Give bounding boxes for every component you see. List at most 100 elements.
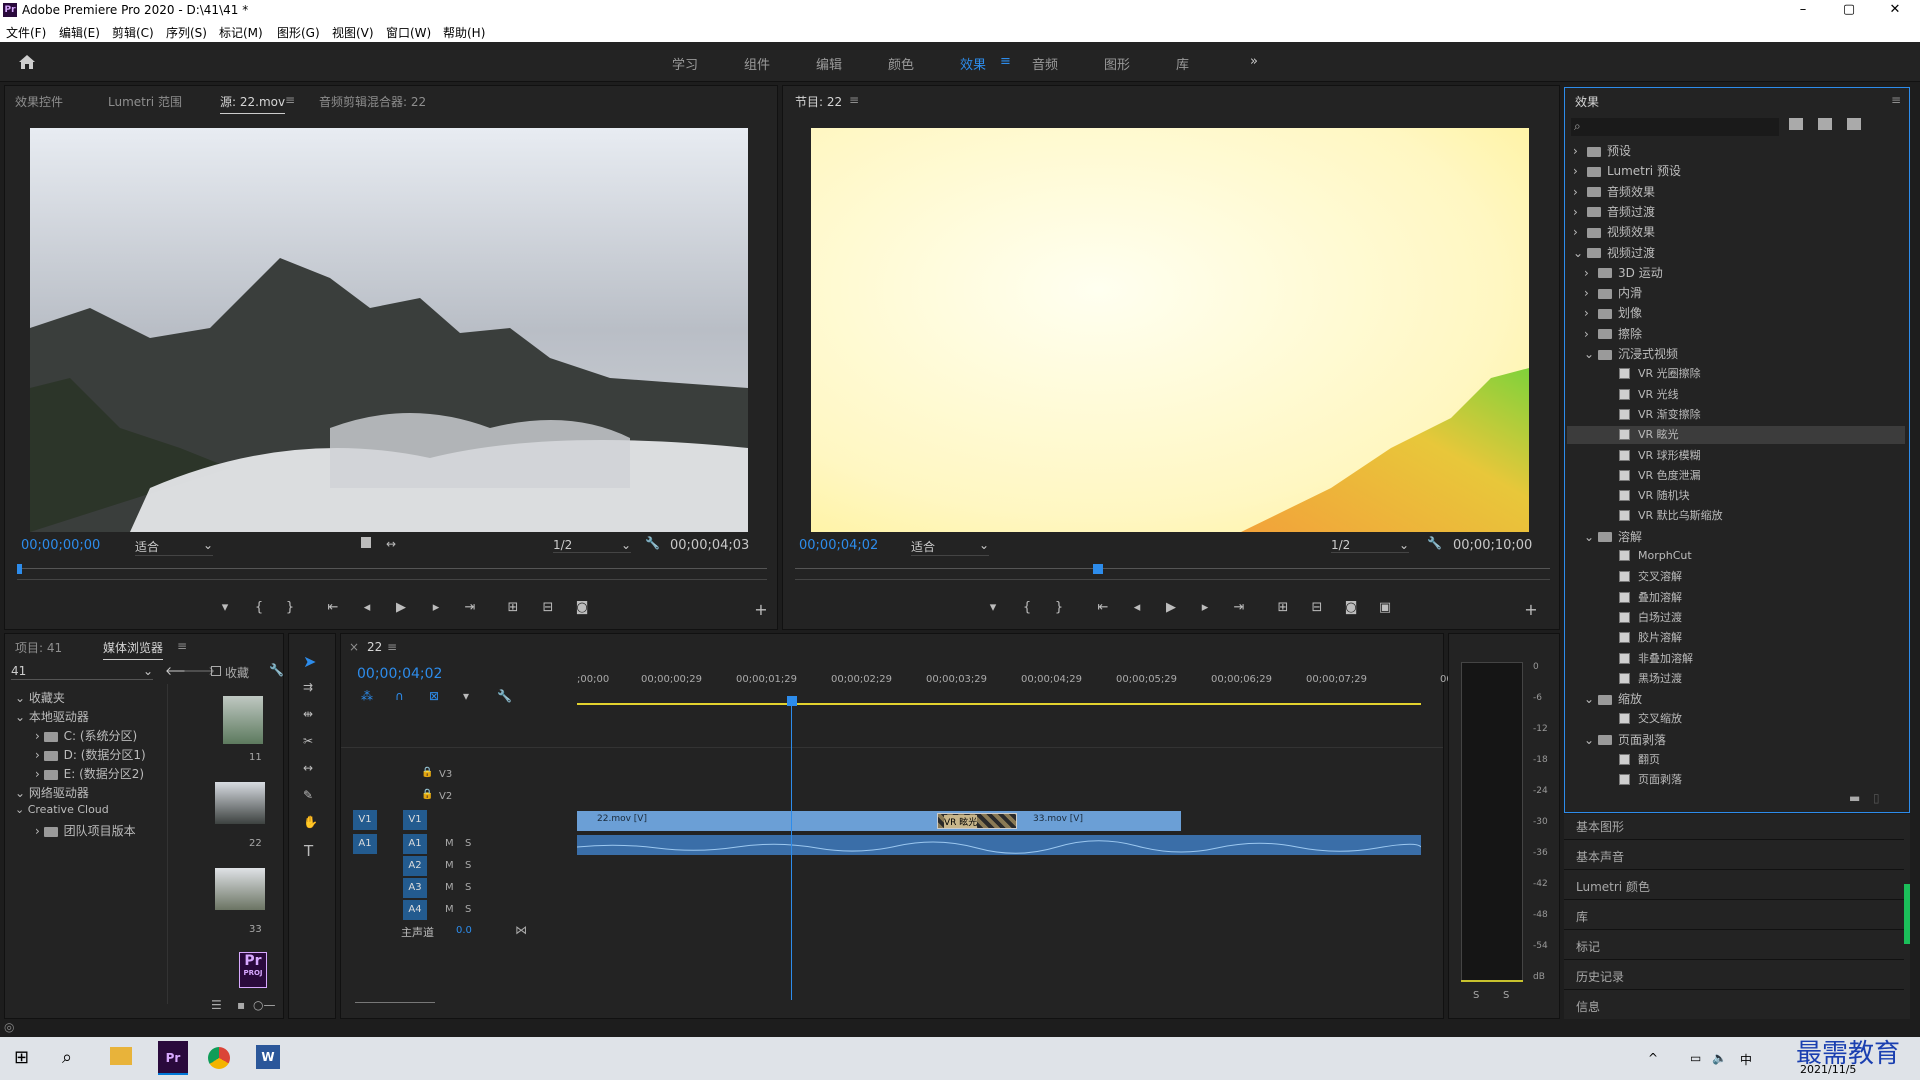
- track-target-v1[interactable]: V1: [403, 810, 427, 830]
- menu-marker[interactable]: 标记(M): [219, 24, 263, 41]
- workspace-assembly[interactable]: 组件: [744, 54, 770, 73]
- timeline-playhead[interactable]: [791, 700, 792, 1000]
- drag-video-icon[interactable]: ↔: [386, 537, 396, 551]
- effect-item[interactable]: 交叉缩放: [1567, 710, 1905, 728]
- tab-sequence-menu-icon[interactable]: ≡: [387, 640, 397, 654]
- timeline-settings-wrench-icon[interactable]: 🔧: [497, 689, 512, 703]
- play-icon[interactable]: ▶: [391, 600, 411, 615]
- effect-item[interactable]: 交叉溶解: [1567, 568, 1905, 586]
- effect-item[interactable]: 白场过渡: [1567, 609, 1905, 627]
- linked-selection-icon[interactable]: ⊠: [429, 689, 439, 703]
- source-playhead[interactable]: [17, 564, 22, 574]
- workspace-learn[interactable]: 学习: [672, 54, 698, 73]
- yuv-effects-icon[interactable]: [1847, 118, 1861, 130]
- source-scrub-bar[interactable]: [17, 568, 767, 569]
- home-icon[interactable]: [18, 54, 36, 70]
- source-patch-a1[interactable]: A1: [353, 834, 377, 854]
- ime-indicator[interactable]: 中: [1740, 1051, 1752, 1068]
- overwrite-icon[interactable]: ⊟: [538, 600, 558, 615]
- master-go-to-end-icon[interactable]: ⋈: [515, 923, 527, 937]
- lift-icon[interactable]: ⊞: [1273, 600, 1293, 615]
- add-marker-icon[interactable]: ▾: [983, 600, 1003, 615]
- effects-folder[interactable]: ⌄ 缩放: [1567, 690, 1905, 708]
- delete-trash-icon[interactable]: ▯: [1873, 791, 1880, 805]
- network-icon[interactable]: ▭: [1690, 1051, 1701, 1065]
- panel-history[interactable]: 历史记录: [1576, 968, 1624, 985]
- snap-magnet-icon[interactable]: ∩: [395, 689, 404, 703]
- panel-libraries[interactable]: 库: [1576, 908, 1588, 925]
- panel-info[interactable]: 信息: [1576, 998, 1600, 1015]
- tree-favorites[interactable]: ⌄ 收藏夹: [15, 689, 65, 706]
- step-forward-icon[interactable]: ▸: [1195, 600, 1215, 615]
- step-back-icon[interactable]: ◂: [1127, 600, 1147, 615]
- program-scrub-bar[interactable]: [795, 568, 1550, 569]
- tree-network-drives[interactable]: ⌄ 网络驱动器: [15, 784, 89, 801]
- maximize-button[interactable]: ▢: [1826, 0, 1872, 20]
- tree-drive-e[interactable]: › E: (数据分区2): [35, 765, 144, 782]
- menu-window[interactable]: 窗口(W): [386, 24, 431, 41]
- go-to-out-icon[interactable]: ⇥: [1229, 600, 1249, 615]
- effect-item[interactable]: VR 球形模糊: [1567, 447, 1905, 465]
- file-explorer-icon[interactable]: [110, 1047, 132, 1065]
- effect-item[interactable]: 胶片溶解: [1567, 629, 1905, 647]
- effects-folder[interactable]: › 内滑: [1567, 284, 1905, 302]
- mark-out-icon[interactable]: }: [1049, 600, 1069, 615]
- add-marker-icon[interactable]: ▾: [215, 600, 235, 615]
- effect-item[interactable]: 翻页: [1567, 751, 1905, 769]
- mute-button[interactable]: M: [445, 838, 454, 849]
- tab-program-menu-icon[interactable]: ≡: [849, 93, 859, 107]
- audio-clip-a1[interactable]: [576, 835, 1422, 855]
- effect-item[interactable]: VR 随机块: [1567, 487, 1905, 505]
- source-settings-wrench-icon[interactable]: 🔧: [645, 536, 660, 550]
- slip-tool-icon[interactable]: ↔: [303, 761, 313, 775]
- effects-folder[interactable]: ⌄ 视频过渡: [1567, 244, 1905, 262]
- tab-program[interactable]: 节目: 22: [795, 93, 842, 110]
- step-back-icon[interactable]: ◂: [357, 600, 377, 615]
- tree-drive-c[interactable]: › C: (系统分区): [35, 727, 137, 744]
- solo-button[interactable]: S: [465, 904, 471, 915]
- workspace-menu-icon[interactable]: ≡: [1000, 54, 1011, 69]
- solo-left-button[interactable]: S: [1473, 990, 1479, 1001]
- work-area-bar[interactable]: [577, 703, 1421, 705]
- go-to-in-icon[interactable]: ⇤: [1093, 600, 1113, 615]
- source-resolution-dropdown[interactable]: 1/2 ⌄: [553, 538, 631, 553]
- effects-folder[interactable]: › 音频过渡: [1567, 203, 1905, 221]
- volume-icon[interactable]: 🔈: [1712, 1051, 1727, 1065]
- workspace-libraries[interactable]: 库: [1176, 54, 1189, 73]
- effects-folder[interactable]: › Lumetri 预设: [1567, 162, 1905, 180]
- menu-help[interactable]: 帮助(H): [443, 24, 485, 41]
- effects-folder[interactable]: › 3D 运动: [1567, 264, 1905, 282]
- solo-button[interactable]: S: [465, 860, 471, 871]
- thumbnail-22[interactable]: [215, 782, 265, 824]
- solo-button[interactable]: S: [465, 882, 471, 893]
- source-zoom-bar[interactable]: [17, 579, 767, 580]
- menu-file[interactable]: 文件(F): [6, 24, 46, 41]
- razor-tool-icon[interactable]: ✂: [303, 734, 313, 748]
- step-forward-icon[interactable]: ▸: [426, 600, 446, 615]
- path-dropdown[interactable]: 41 ⌄: [11, 664, 153, 680]
- workspace-more-button[interactable]: »: [1250, 54, 1258, 69]
- minimize-button[interactable]: –: [1780, 0, 1826, 20]
- effects-search-input[interactable]: ⌕: [1571, 118, 1779, 136]
- workspace-audio[interactable]: 音频: [1032, 54, 1058, 73]
- 32bit-color-icon[interactable]: [1818, 118, 1832, 130]
- workspace-color[interactable]: 颜色: [888, 54, 914, 73]
- mark-in-icon[interactable]: {: [249, 600, 269, 615]
- source-patch-v1[interactable]: V1: [353, 810, 377, 830]
- selection-tool-icon[interactable]: ➤: [303, 652, 316, 671]
- effect-item[interactable]: MorphCut: [1567, 548, 1905, 566]
- chrome-icon[interactable]: [208, 1047, 230, 1069]
- mute-button[interactable]: M: [445, 904, 454, 915]
- program-timecode[interactable]: 00;00;04;02: [799, 538, 878, 553]
- thumbnail-11[interactable]: [223, 696, 263, 744]
- effect-item[interactable]: VR 眩光: [1567, 426, 1905, 445]
- hand-tool-icon[interactable]: ✋: [303, 815, 318, 829]
- premiere-project-file-icon[interactable]: Pr PROJ: [239, 952, 267, 988]
- effect-item[interactable]: 页面剥落: [1567, 771, 1905, 789]
- new-bin-folder-icon[interactable]: ▬: [1849, 791, 1860, 805]
- tab-media-browser[interactable]: 媒体浏览器: [103, 639, 164, 660]
- premiere-taskbar-icon[interactable]: Pr: [158, 1041, 188, 1075]
- effect-item[interactable]: 黑场过渡: [1567, 670, 1905, 688]
- mute-button[interactable]: M: [445, 860, 454, 871]
- tree-drive-d[interactable]: › D: (数据分区1): [35, 746, 146, 763]
